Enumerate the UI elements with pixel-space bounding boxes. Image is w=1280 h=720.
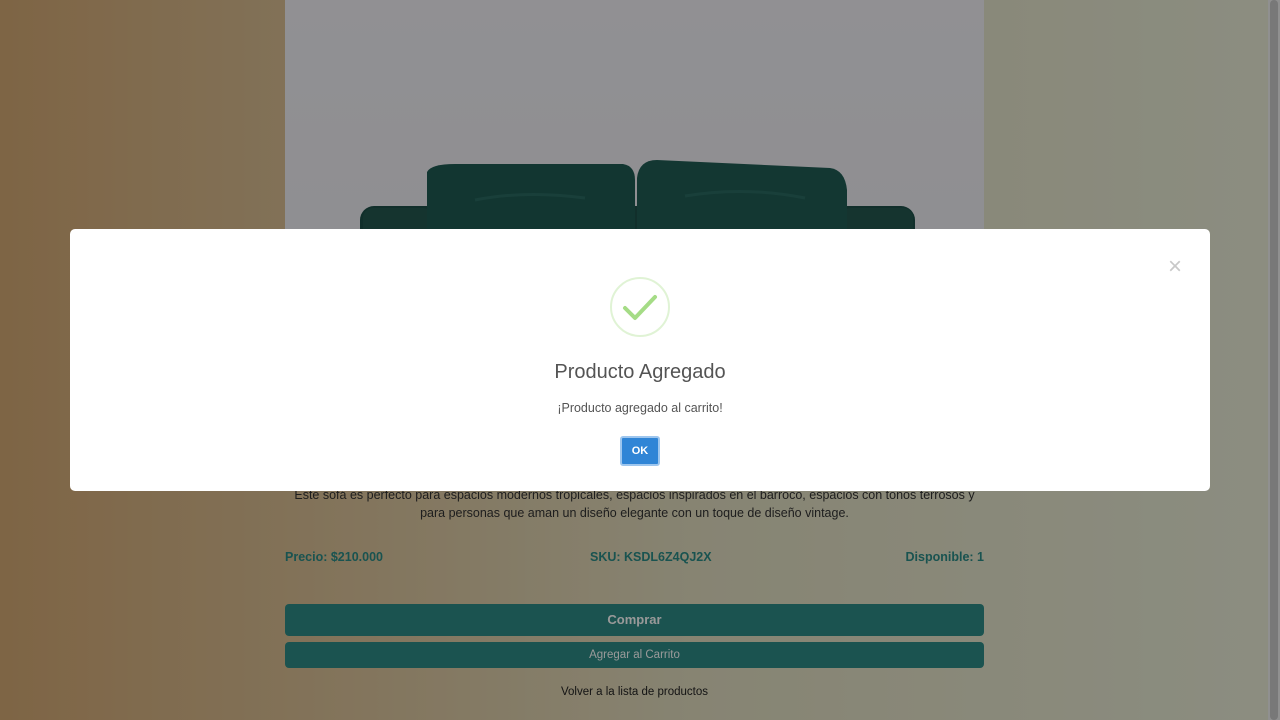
success-dialog: × Producto Agregado ¡Producto agregado a… (70, 229, 1210, 491)
dialog-title: Producto Agregado (554, 361, 726, 383)
product-page: Este sofá es perfecto para espacios mode… (0, 0, 1280, 720)
success-check-icon (610, 277, 670, 337)
ok-button[interactable]: OK (620, 436, 660, 466)
dialog-message: ¡Producto agregado al carrito! (557, 401, 723, 415)
close-icon[interactable]: × (1168, 255, 1182, 279)
